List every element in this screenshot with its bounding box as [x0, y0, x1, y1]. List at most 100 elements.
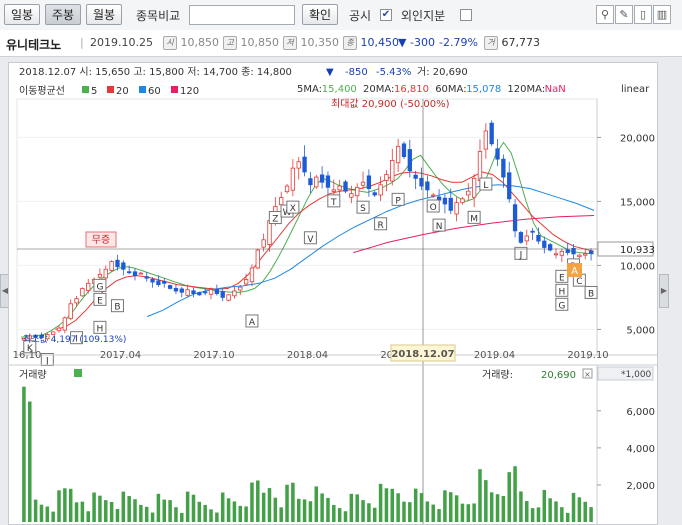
weekly-button[interactable]: 주봉 [45, 4, 81, 25]
compare-input[interactable] [189, 5, 295, 25]
right-expand-icon[interactable]: ▶ [659, 274, 669, 308]
candle-body [62, 317, 68, 331]
candle-body [448, 197, 453, 211]
volume-bar [185, 491, 190, 522]
candle-body [267, 220, 272, 245]
toolbar: 일봉 주봉 월봉 종목비교 확인 공시 ✔ 외인지분 ⚲ ✎ ▯ ▥ [0, 0, 682, 31]
candle-body [132, 271, 138, 277]
volume-bar [162, 499, 167, 522]
stock-chart[interactable]: 2018.12.07 시: 15,650 고: 15,800 저: 14,700… [9, 63, 657, 524]
volume-bar [226, 498, 231, 522]
candle-body [343, 181, 348, 192]
event-marker-letter: O [430, 203, 437, 213]
candle-body [220, 291, 225, 298]
price-tick-label: 20,000 [620, 133, 655, 144]
volume-bar [215, 512, 219, 522]
volume-bar [565, 512, 570, 522]
pin-icon[interactable]: ⚲ [596, 5, 614, 24]
candle-body [121, 262, 126, 270]
ma-legend-swatch-60[interactable] [139, 86, 146, 93]
disclosure-checkbox[interactable]: ✔ [380, 9, 392, 21]
candle-body [138, 272, 144, 275]
candle-body [366, 175, 372, 189]
event-marker-letter: L [483, 181, 488, 191]
ma-legend-label-120: 120 [180, 86, 199, 97]
candle-body [466, 190, 471, 196]
volume-bar [378, 483, 383, 522]
event-marker-letter: H [97, 324, 104, 334]
candle-body [103, 268, 108, 279]
ma-legend-swatch-5[interactable] [82, 86, 89, 93]
volume-bar [349, 493, 354, 522]
ma-value: 16,810 [394, 84, 429, 95]
export-icon[interactable]: ▯ [634, 5, 652, 24]
candle-body [284, 185, 290, 193]
volume-bar [45, 506, 50, 522]
monthly-button[interactable]: 월봉 [86, 4, 122, 25]
volume-bar [443, 490, 447, 522]
candle-body [360, 181, 366, 186]
volume-axis: 6,000 4,000 2,000 [597, 407, 655, 492]
daily-button[interactable]: 일봉 [4, 4, 40, 25]
volume-bar [384, 488, 389, 522]
min-annotation: 최소값 4,197 (109.13%) [23, 333, 126, 345]
volume-bar [80, 501, 85, 522]
confirm-button[interactable]: 확인 [302, 4, 338, 25]
ma-legend-label-20: 20 [116, 86, 129, 97]
ma-title: 이동평균선 [19, 85, 65, 97]
pencil-icon[interactable]: ✎ [615, 5, 633, 24]
volume-bar [431, 504, 435, 522]
volume-bar [28, 401, 32, 522]
volume-readout-label: 거래량: [482, 369, 513, 381]
volume-tick-label: 6,000 [626, 407, 655, 418]
candle-body [56, 327, 62, 332]
volume-bar [367, 503, 371, 522]
ma-legend-swatch-120[interactable] [171, 86, 178, 93]
candle-body [115, 259, 120, 268]
candle-body [536, 234, 541, 242]
change-percent: -2.79% [439, 36, 478, 49]
volume-bar [478, 469, 482, 522]
candle-body [109, 261, 114, 271]
candle-body [325, 175, 331, 188]
capital-increase-label: 무증 [92, 234, 110, 246]
candle-body [495, 148, 500, 160]
cursor-volume: 거: 20,690 [417, 66, 468, 78]
volume-bar [57, 490, 61, 522]
volume-bar [115, 509, 120, 522]
volume-bar [320, 493, 324, 522]
volume-bar [232, 501, 237, 522]
volume-bar [419, 493, 424, 522]
foreign-checkbox[interactable] [460, 9, 472, 21]
candle-body [167, 285, 173, 289]
price-tick-label: 15,000 [620, 197, 655, 208]
chart-container: 2018.12.07 시: 15,650 고: 15,800 저: 14,700… [8, 62, 658, 525]
foreign-label: 외인지분 [401, 9, 446, 23]
volume-bar [144, 506, 149, 522]
current-price: 10,933 [620, 245, 655, 256]
candle-body [185, 289, 190, 296]
separator: | [80, 36, 84, 49]
scale-type-label[interactable]: linear [621, 84, 650, 95]
change-value: -300 [410, 36, 435, 49]
candle-body [208, 289, 214, 295]
candle-body [483, 130, 488, 150]
volume-bar [589, 507, 593, 522]
candle-body [395, 145, 401, 164]
stock-date: 2019.10.25 [90, 36, 153, 49]
candles [21, 120, 594, 342]
event-marker-letter: B [588, 289, 594, 299]
date-tick-label: 16.10 [13, 350, 42, 361]
candle-body [156, 280, 161, 286]
candle-body [524, 235, 529, 242]
volume-bar [168, 500, 172, 522]
volume-bar [332, 504, 336, 522]
event-marker-letter: A [249, 318, 256, 328]
close-icon: 종 [343, 36, 357, 50]
settings-icon[interactable]: ▥ [653, 5, 671, 24]
event-marker-letter: J [519, 250, 523, 260]
candle-body [203, 291, 208, 294]
date-tick-label: 2019.04 [474, 350, 515, 361]
candle-body [507, 172, 512, 200]
ma-legend-swatch-20[interactable] [107, 86, 114, 93]
